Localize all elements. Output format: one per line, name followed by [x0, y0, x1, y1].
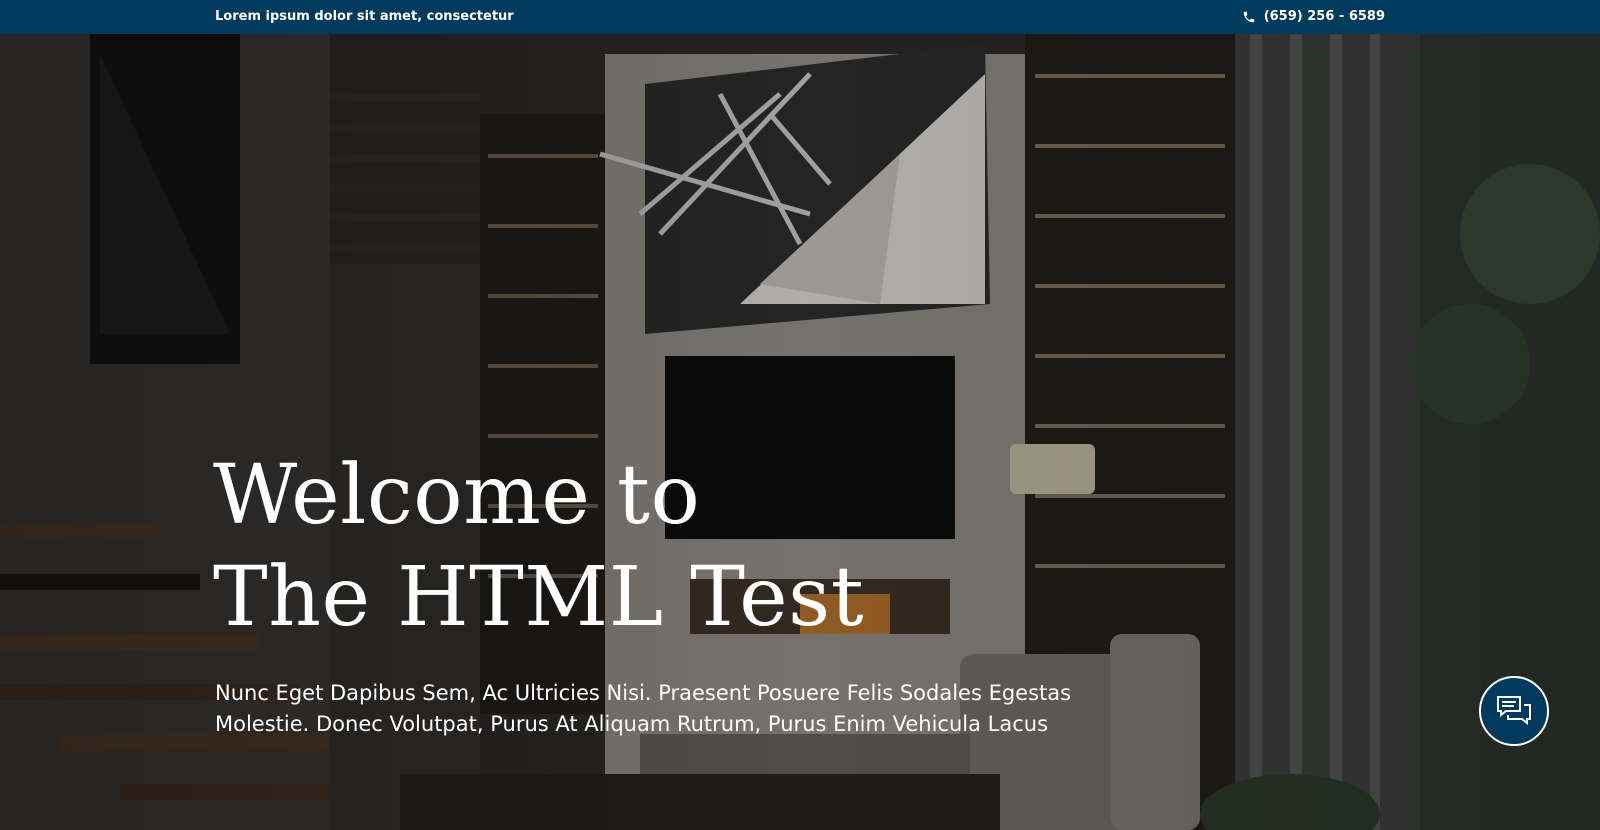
phone-number: (659) 256 - 6589 [1263, 9, 1385, 24]
hero-heading-line2: The HTML Test [213, 550, 865, 645]
hero-subtext: Nunc Eget Dapibus Sem, Ac Ultricies Nisi… [215, 681, 1072, 736]
hero-heading: Welcome to The HTML Test [213, 445, 864, 649]
phone-link[interactable]: (659) 256 - 6589 [1242, 9, 1385, 24]
top-bar-tagline: Lorem ipsum dolor sit amet, consectetur [215, 9, 514, 24]
top-bar: Lorem ipsum dolor sit amet, consectetur … [0, 0, 1600, 34]
hero-section: Welcome to The HTML Test Nunc Eget Dapib… [0, 34, 1600, 830]
phone-icon [1243, 11, 1254, 22]
hero-heading-line1: Welcome to [213, 448, 701, 543]
chat-button[interactable] [1479, 676, 1549, 746]
chat-bubbles-icon [1497, 696, 1531, 726]
